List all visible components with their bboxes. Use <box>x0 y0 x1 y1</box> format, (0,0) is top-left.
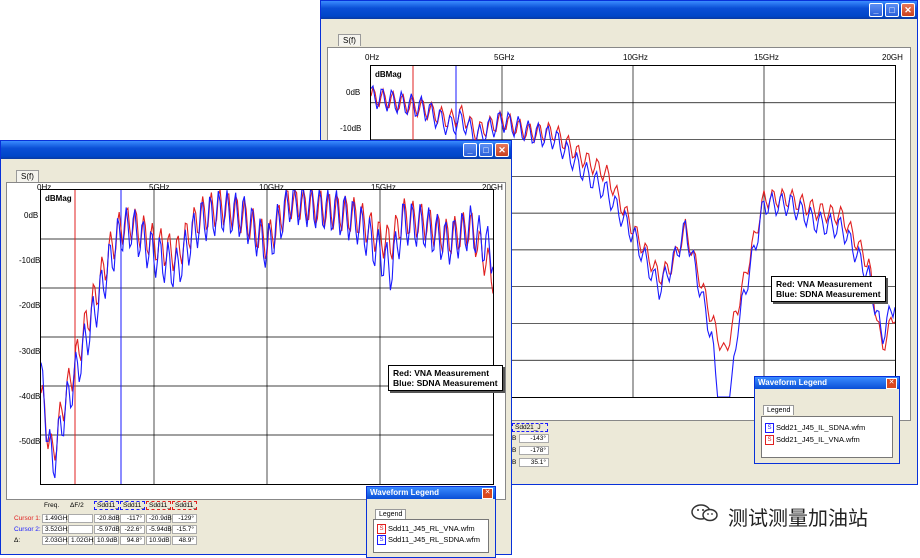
waveform-s-icon: S <box>377 535 386 546</box>
x-tick-2: 10GHz <box>623 53 648 62</box>
back-annotation[interactable]: Red: VNA Measurement Blue: SDNA Measurem… <box>771 276 886 302</box>
back-legend-list: S Sdd21_J45_IL_SDNA.wfm S Sdd21_J45_IL_VNA… <box>761 416 893 458</box>
back-readout-r2-l: B <box>512 459 517 466</box>
minimize-button[interactable]: _ <box>463 143 477 157</box>
x-tick-1: 5GHz <box>494 53 515 62</box>
back-readout-r1: -178° <box>519 446 549 455</box>
tab-sf[interactable]: S(f) <box>16 170 39 182</box>
back-legend-title: Waveform Legend <box>755 377 899 389</box>
front-chart <box>41 190 493 484</box>
readout-header-df2: ΔF/2 <box>70 502 84 509</box>
x-tick-2: 10GHz <box>259 183 284 192</box>
annotation-line-blue: Blue: SDNA Measurement <box>393 378 498 388</box>
readout-cell: 10.9dB <box>146 536 171 545</box>
y-tick-4: -40dB <box>19 392 41 401</box>
back-legend-tab[interactable]: Legend <box>763 405 795 415</box>
readout-cell: 1.02GHz <box>68 536 97 545</box>
back-waveform-legend[interactable]: Waveform Legend ✕ Legend S Sdd21_J45_IL_S… <box>754 376 900 464</box>
annotation-line-red: Red: VNA Measurement <box>776 279 873 289</box>
back-titlebar[interactable]: _ □ ✕ <box>321 1 917 19</box>
back-readout-header: Sdd21_J <box>512 423 548 432</box>
legend-item-name: Sdd21_J45_IL_SDNA.wfm <box>776 423 866 432</box>
legend-item-name: Sdd11_J45_RL_VNA.wfm <box>388 524 475 533</box>
y-tick-2: -20dB <box>19 301 41 310</box>
front-titlebar[interactable]: _ □ ✕ <box>1 141 511 159</box>
wechat-icon <box>691 504 718 522</box>
front-legend-list: S Sdd11_J45_RL_VNA.wfm S Sdd11_J45_RL_SDNA… <box>373 519 489 553</box>
readout-row-label: Cursor 1: <box>14 515 41 522</box>
back-readout-r0: -143° <box>519 434 549 443</box>
readout-cell: -129° <box>172 514 197 523</box>
front-legend-tab[interactable]: Legend <box>375 509 407 519</box>
readout-header-freq: Freq. <box>44 502 60 509</box>
front-plot-area[interactable]: dBMag Red: VNA Measurement Blue: SDNA Me… <box>40 189 503 485</box>
legend-item[interactable]: S Sdd21_J45_IL_VNA.wfm <box>765 435 860 446</box>
back-legend-close-icon[interactable]: ✕ <box>886 378 897 389</box>
readout-row-label: Cursor 2: <box>14 526 41 533</box>
readout-cell: -15.7° <box>172 525 197 534</box>
front-annotation[interactable]: Red: VNA Measurement Blue: SDNA Measurem… <box>388 365 503 391</box>
front-waveform-legend[interactable]: Waveform Legend ✕ Legend S Sdd11_J45_RL_V… <box>366 486 496 558</box>
front-plot-label: dBMag <box>45 194 72 203</box>
y-tick-5: -50dB <box>19 437 41 446</box>
readout-cell: -20.9dB <box>146 514 172 523</box>
maximize-button[interactable]: □ <box>885 3 899 17</box>
readout-header-col: Sdd11_J <box>94 501 119 510</box>
close-button[interactable]: ✕ <box>495 143 509 157</box>
y-tick-1: -10dB <box>340 124 362 133</box>
front-legend-close-icon[interactable]: ✕ <box>482 488 493 499</box>
readout-cell: -22.6° <box>120 525 145 534</box>
readout-cell: 3.52GHz <box>42 525 71 534</box>
legend-item[interactable]: S Sdd11_J45_RL_SDNA.wfm <box>377 535 480 546</box>
readout-cell: 1.49GHz <box>42 514 71 523</box>
watermark-text: 测试测量加油站 <box>728 508 868 530</box>
minimize-button[interactable]: _ <box>869 3 883 17</box>
readout-cell: 94.8° <box>120 536 145 545</box>
readout-header-col: Sdd11_J <box>120 501 145 510</box>
back-readout-r0-l: B <box>512 435 517 442</box>
readout-row-label: Δ: <box>14 537 21 544</box>
readout-cell: 2.03GHz <box>42 536 71 545</box>
waveform-s-icon: S <box>765 435 774 446</box>
x-tick-3: 15GHz <box>754 53 779 62</box>
tab-sf[interactable]: S(f) <box>338 34 361 46</box>
front-client: S(f) dBMag Red: VNA Measurement Blue: SD… <box>4 160 508 558</box>
readout-cell: -5.97dB <box>94 525 120 534</box>
y-tick-0: 0dB <box>24 211 39 220</box>
readout-cell <box>68 514 93 523</box>
y-tick-3: -30dB <box>19 347 41 356</box>
readout-cell: 48.9° <box>172 536 197 545</box>
legend-item-name: Sdd21_J45_IL_VNA.wfm <box>776 435 860 444</box>
x-tick-0: 0Hz <box>365 53 380 62</box>
readout-cell: 10.9dB <box>94 536 119 545</box>
y-tick-0: 0dB <box>346 88 361 97</box>
back-readout-r1-l: B <box>512 447 517 454</box>
x-tick-4: 20GH <box>882 53 903 62</box>
back-plot-label: dBMag <box>375 70 402 79</box>
readout-cell: -5.94dB <box>146 525 172 534</box>
readout-cell <box>68 525 93 534</box>
readout-header-col: Sdd11_J <box>146 501 171 510</box>
x-tick-4: 20GH <box>482 183 503 192</box>
x-tick-3: 15GHz <box>371 183 396 192</box>
front-window: _ □ ✕ S(f) dBMag Red: VNA Measurement Bl… <box>0 140 512 558</box>
legend-item-name: Sdd11_J45_RL_SDNA.wfm <box>388 535 480 544</box>
back-readout-r2: 35.1° <box>519 458 549 467</box>
legend-item[interactable]: S Sdd21_J45_IL_SDNA.wfm <box>765 423 866 434</box>
legend-item[interactable]: S Sdd11_J45_RL_VNA.wfm <box>377 524 475 535</box>
close-button[interactable]: ✕ <box>901 3 915 17</box>
front-grid <box>41 190 493 484</box>
waveform-s-icon: S <box>377 524 386 535</box>
x-tick-0: 0Hz <box>37 183 52 192</box>
readout-cell: -117° <box>120 514 145 523</box>
readout-header-col: Sdd11_J <box>172 501 197 510</box>
annotation-line-red: Red: VNA Measurement <box>393 368 490 378</box>
readout-cell: -20.8dB <box>94 514 120 523</box>
front-legend-title: Waveform Legend <box>367 487 495 499</box>
waveform-s-icon: S <box>765 423 774 434</box>
y-tick-1: -10dB <box>19 256 41 265</box>
x-tick-1: 5GHz <box>149 183 170 192</box>
maximize-button[interactable]: □ <box>479 143 493 157</box>
annotation-line-blue: Blue: SDNA Measurement <box>776 289 881 299</box>
